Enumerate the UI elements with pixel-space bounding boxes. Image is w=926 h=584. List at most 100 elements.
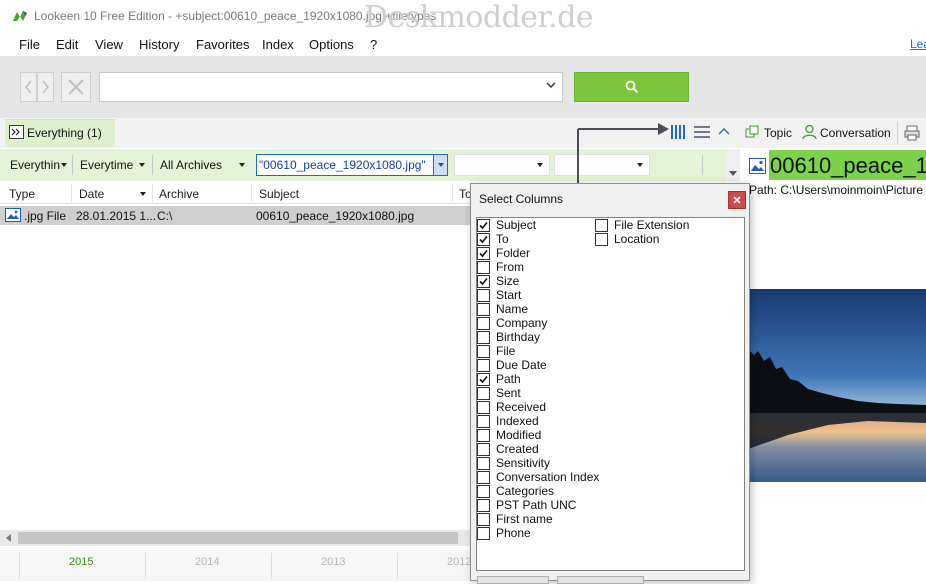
dialog-cancel-button[interactable]	[557, 576, 644, 584]
column-type[interactable]: Type	[9, 187, 35, 201]
column-divider[interactable]	[152, 184, 153, 202]
column-option-label: Size	[496, 274, 520, 288]
cell-date: 28.01.2015 1...	[76, 209, 157, 223]
divider	[702, 155, 703, 175]
learn-link[interactable]: Lea	[910, 37, 926, 51]
menu-index[interactable]: Index	[262, 37, 294, 52]
column-option-label: Modified	[496, 428, 542, 442]
checkbox-checked-icon[interactable]	[477, 219, 490, 232]
column-option-label: Indexed	[496, 414, 539, 428]
column-option-label: Sent	[496, 386, 521, 400]
search-button[interactable]	[574, 72, 689, 102]
menu-favorites[interactable]: Favorites	[196, 37, 249, 52]
chevron-left-icon	[25, 80, 32, 94]
checkbox-icon[interactable]	[477, 499, 490, 512]
sort-down-icon	[140, 192, 146, 196]
checkbox-icon[interactable]	[595, 233, 608, 246]
to-filter-input[interactable]	[454, 154, 550, 176]
archive-filter[interactable]: All Archives	[160, 158, 222, 178]
clear-search-button[interactable]	[61, 72, 91, 102]
menu-view[interactable]: View	[95, 37, 123, 52]
list-view-icon[interactable]	[694, 126, 710, 138]
checkbox-icon[interactable]	[477, 401, 490, 414]
checkbox-icon[interactable]	[477, 387, 490, 400]
column-divider[interactable]	[251, 184, 252, 202]
time-filter[interactable]: Everytime	[80, 158, 133, 178]
column-archive[interactable]: Archive	[159, 187, 199, 201]
conversation-button[interactable]: Conversation	[820, 126, 891, 140]
scope-filter[interactable]: Everythin	[10, 158, 60, 178]
close-icon	[68, 79, 84, 95]
checkbox-icon[interactable]	[477, 345, 490, 358]
back-button[interactable]	[20, 72, 37, 102]
checkbox-icon[interactable]	[477, 261, 490, 274]
checkbox-checked-icon[interactable]	[477, 275, 490, 288]
vertical-scrollbar[interactable]	[726, 149, 740, 181]
search-input[interactable]	[99, 72, 563, 102]
column-option-label: Categories	[496, 484, 555, 498]
column-option-label: Subject	[496, 218, 537, 232]
topic-button[interactable]: Topic	[764, 126, 792, 140]
checkbox-icon[interactable]	[477, 443, 490, 456]
subject-filter-dropdown[interactable]	[433, 155, 447, 175]
checkbox-icon[interactable]	[595, 219, 608, 232]
column-divider[interactable]	[452, 184, 453, 202]
checkbox-icon[interactable]	[477, 457, 490, 470]
menu-help[interactable]: ?	[370, 37, 377, 52]
checkbox-icon[interactable]	[477, 303, 490, 316]
column-option-label: Received	[496, 400, 547, 414]
menu-edit[interactable]: Edit	[56, 37, 78, 52]
checkbox-checked-icon[interactable]	[477, 373, 490, 386]
column-option-label: Birthday	[496, 330, 541, 344]
image-file-icon	[5, 208, 21, 222]
column-option-label: Folder	[496, 246, 531, 260]
timeline-tick	[397, 553, 398, 579]
column-option-label: First name	[496, 512, 553, 526]
checkbox-icon[interactable]	[477, 359, 490, 372]
timeline-tick	[19, 553, 20, 579]
chevron-up-icon[interactable]	[718, 127, 730, 136]
column-option-label: Location	[614, 232, 660, 246]
timeline-year-2012[interactable]: 2012	[447, 556, 471, 568]
chevron-down-icon[interactable]	[546, 80, 556, 90]
column-option-label: Created	[496, 442, 539, 456]
dialog-close-button[interactable]	[728, 191, 746, 209]
checkbox-icon[interactable]	[477, 471, 490, 484]
column-divider[interactable]	[71, 184, 72, 202]
checkbox-checked-icon[interactable]	[477, 233, 490, 246]
checkbox-icon[interactable]	[477, 289, 490, 302]
column-subject[interactable]: Subject	[259, 187, 299, 201]
checkbox-checked-icon[interactable]	[477, 247, 490, 260]
column-option-label: File Extension	[614, 218, 690, 232]
timeline-year-2015[interactable]: 2015	[69, 556, 93, 568]
column-option-label: Sensitivity	[496, 456, 551, 470]
dialog-ok-button[interactable]	[477, 576, 549, 584]
caret-down-icon	[61, 163, 67, 167]
forward-button[interactable]	[37, 72, 54, 102]
timeline-year-2014[interactable]: 2014	[195, 556, 219, 568]
checkbox-icon[interactable]	[477, 331, 490, 344]
checkbox-icon[interactable]	[477, 513, 490, 526]
expand-icon[interactable]	[9, 125, 24, 139]
scrollbar-thumb[interactable]	[18, 532, 458, 544]
checkbox-icon[interactable]	[477, 527, 490, 540]
column-view-icon[interactable]	[670, 125, 687, 139]
timeline-tick	[145, 553, 146, 579]
menu-history[interactable]: History	[139, 37, 179, 52]
scroll-left-icon[interactable]	[5, 534, 13, 542]
app-logo-icon	[13, 11, 27, 21]
checkbox-icon[interactable]	[477, 429, 490, 442]
timeline-year-2013[interactable]: 2013	[321, 556, 345, 568]
menu-file[interactable]: File	[19, 37, 40, 52]
caret-down-icon	[139, 163, 145, 167]
column-date[interactable]: Date	[79, 187, 104, 201]
checkbox-icon[interactable]	[477, 415, 490, 428]
cell-subject: 00610_peace_1920x1080.jpg	[256, 209, 415, 223]
column-option-label: Phone	[496, 526, 531, 540]
checkbox-icon[interactable]	[477, 485, 490, 498]
preview-title: 00610_peace_1	[770, 153, 926, 178]
tab-everything-label: Everything (1)	[27, 126, 102, 140]
checkbox-icon[interactable]	[477, 317, 490, 330]
menu-options[interactable]: Options	[309, 37, 354, 52]
print-icon[interactable]	[904, 125, 920, 141]
